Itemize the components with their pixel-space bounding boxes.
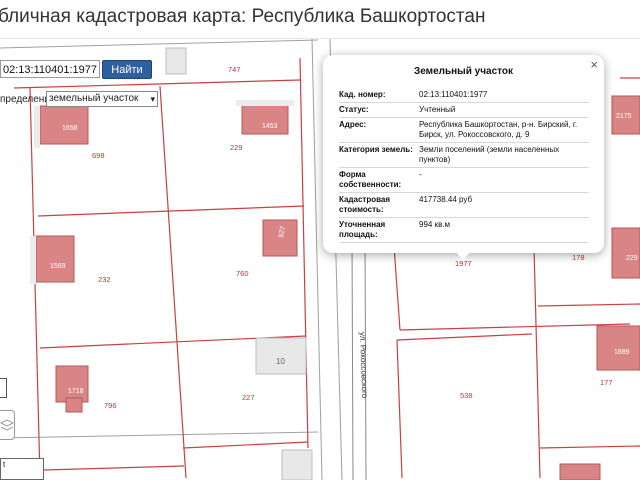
page-header: бличная кадастровая карта: Республика Ба… [0, 0, 640, 39]
building-number: 2175 [616, 113, 632, 120]
row-key: Кадастровая стоимость: [339, 192, 419, 218]
building-1569 [35, 235, 75, 283]
row-value: 02:13:110401:1977 [419, 88, 589, 103]
map-tool-button[interactable] [0, 378, 7, 398]
parcel-info-table: Кад. номер: 02:13:110401:1977 Статус: Уч… [339, 88, 589, 243]
parcel-number: 178 [572, 253, 585, 262]
parcel-number: 747 [228, 65, 241, 74]
row-value: Учтенный [419, 102, 589, 118]
building-bottom [559, 463, 601, 480]
table-row: Кадастровая стоимость: 417738.44 руб [339, 192, 589, 218]
building-10 [255, 337, 307, 375]
building-1718 [55, 365, 89, 403]
building-1718-ext [65, 397, 83, 413]
page-title: бличная кадастровая карта: Республика Ба… [0, 6, 486, 27]
parcel-number: 538 [460, 391, 473, 400]
table-row: Форма собственности: - [339, 167, 589, 193]
building-number: 1453 [262, 123, 278, 130]
definition-selected-value: земельный участок [49, 93, 139, 104]
cadastral-search-input[interactable]: 02:13:110401:1977 [0, 60, 100, 78]
parcel-number: 698 [92, 151, 105, 160]
row-key: Уточненная площадь: [339, 217, 419, 243]
table-row: Адрес: Республика Башкортостан, р-н. Бир… [339, 117, 589, 143]
scale-bar: t [0, 458, 44, 480]
parcel-number-selected: 1977 [455, 259, 472, 268]
row-key: Кад. номер: [339, 88, 419, 103]
building-229 [611, 227, 640, 279]
row-key: Форма собственности: [339, 167, 419, 193]
building-1889 [596, 325, 640, 371]
parcel-number: 760 [236, 269, 249, 278]
row-value: 994 кв.м [419, 217, 589, 243]
row-value: 417738.44 руб [419, 192, 589, 218]
row-key: Категория земель: [339, 142, 419, 168]
building-number: 1658 [62, 125, 78, 132]
building-number: 1569 [50, 263, 66, 270]
chevron-down-icon: ▾ [150, 94, 155, 104]
popup-tip [455, 251, 471, 260]
parcel-number: 232 [98, 275, 111, 284]
building-number: 1889 [614, 349, 630, 356]
row-key: Адрес: [339, 117, 419, 143]
table-row: Статус: Учтенный [339, 102, 589, 118]
row-key: Статус: [339, 102, 419, 118]
parcel-number: 227 [242, 393, 255, 402]
building-number: 1718 [68, 388, 84, 395]
row-value: Земли поселений (земли населенных пункто… [419, 142, 589, 168]
popup-title: Земельный участок [413, 66, 514, 77]
parcel-number: 796 [104, 401, 117, 410]
layers-icon[interactable] [0, 410, 15, 440]
row-value: - [419, 167, 589, 193]
parcel-number: 177 [600, 378, 613, 387]
find-button[interactable]: Найти [102, 60, 152, 79]
street-label: ул. Рокоссовского [358, 332, 369, 399]
parcel-number: 229 [230, 143, 243, 152]
table-row: Кад. номер: 02:13:110401:1977 [339, 88, 589, 103]
building-number: 10 [276, 357, 285, 366]
definition-select[interactable]: земельный участок ▾ [46, 91, 158, 107]
row-value: Республика Башкортостан, р-н. Бирский, г… [419, 117, 589, 143]
road-edge [351, 237, 354, 480]
parcel-info-popup: × Земельный участок Кад. номер: 02:13:11… [323, 55, 604, 260]
table-row: Уточненная площадь: 994 кв.м [339, 217, 589, 243]
scale-text: t [3, 460, 6, 469]
building-number: 229 [626, 255, 638, 262]
table-row: Категория земель: Земли поселений (земли… [339, 142, 589, 168]
